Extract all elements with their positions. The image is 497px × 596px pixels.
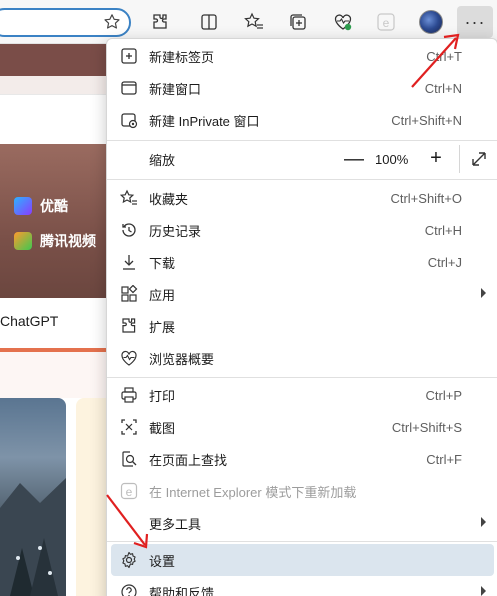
page-section [0, 94, 110, 144]
menu-shortcut: Ctrl+H [424, 222, 462, 238]
menu-label: 新建标签页 [149, 49, 215, 65]
ie-mode-icon[interactable]: e [375, 11, 397, 33]
address-bar[interactable] [0, 8, 131, 37]
menu-apps[interactable]: 应用 [111, 278, 494, 310]
menu-label: 截图 [149, 420, 176, 436]
settings-and-more-menu: 新建标签页 Ctrl+T 新建窗口 Ctrl+N 新建 InPrivate 窗口… [106, 38, 497, 596]
profile-avatar[interactable] [419, 10, 443, 34]
zoom-label: 缩放 [149, 152, 176, 168]
menu-divider [107, 541, 497, 542]
tencent-video-icon [14, 232, 32, 250]
menu-label: 新建 InPrivate 窗口 [149, 113, 260, 129]
menu-help-feedback[interactable]: 帮助和反馈 [111, 576, 494, 596]
help-icon [120, 583, 138, 596]
extensions-icon[interactable] [149, 11, 171, 33]
zoom-out-button[interactable]: — [342, 147, 366, 171]
extensions-icon [120, 317, 138, 335]
menu-label: 浏览器概要 [149, 351, 215, 367]
svg-text:e: e [383, 16, 390, 30]
menu-label: 下载 [149, 255, 176, 271]
menu-label: 帮助和反馈 [149, 585, 215, 596]
menu-shortcut: Ctrl+Shift+N [391, 112, 462, 128]
menu-shortcut: Ctrl+N [424, 80, 462, 96]
menu-shortcut: Ctrl+J [427, 254, 462, 270]
menu-label: 收藏夹 [149, 191, 189, 207]
menu-settings[interactable]: 设置 [111, 544, 494, 576]
site-youku[interactable]: 优酷 [14, 196, 68, 216]
chatgpt-link[interactable]: ChatGPT [0, 298, 110, 348]
zoom-level: 100% [375, 152, 409, 167]
download-icon [120, 253, 138, 271]
menu-shortcut: Ctrl+F [426, 451, 462, 467]
zoom-in-button[interactable]: + [424, 146, 448, 170]
menu-label: 新建窗口 [149, 81, 202, 97]
menu-shortcut: Ctrl+Shift+O [390, 190, 462, 206]
menu-label: 更多工具 [149, 516, 202, 532]
submenu-arrow-icon [481, 517, 486, 527]
site-tencent-video-label: 腾讯视频 [40, 233, 96, 249]
menu-new-window[interactable]: 新建窗口 Ctrl+N [111, 72, 494, 104]
menu-divider [107, 179, 497, 180]
print-icon [120, 386, 138, 404]
history-icon [120, 221, 138, 239]
menu-screenshot[interactable]: 截图 Ctrl+Shift+S [111, 411, 494, 443]
screenshot-icon [120, 418, 138, 436]
page-light-band [0, 352, 110, 398]
menu-label: 在 Internet Explorer 模式下重新加载 [149, 484, 357, 500]
menu-downloads[interactable]: 下载 Ctrl+J [111, 246, 494, 278]
snow-landscape-image [0, 398, 66, 596]
menu-new-inprivate-window[interactable]: 新建 InPrivate 窗口 Ctrl+Shift+N [111, 104, 494, 136]
apps-icon [120, 284, 138, 303]
menu-label: 历史记录 [149, 223, 202, 239]
browser-essentials-icon [120, 349, 138, 367]
chatgpt-label: ChatGPT [0, 313, 59, 329]
inprivate-icon [120, 111, 138, 129]
page-banner [0, 44, 110, 76]
menu-browser-essentials[interactable]: 浏览器概要 [111, 342, 494, 374]
ie-mode-icon: e [120, 482, 138, 500]
menu-shortcut: Ctrl+T [426, 48, 462, 64]
menu-more-tools[interactable]: 更多工具 [111, 507, 494, 539]
menu-label: 扩展 [149, 319, 176, 335]
menu-reload-ie-mode: e 在 Internet Explorer 模式下重新加载 [111, 475, 494, 507]
favorite-star-icon[interactable] [103, 13, 121, 31]
find-icon [120, 450, 138, 468]
menu-shortcut: Ctrl+Shift+S [391, 419, 462, 435]
collections-icon[interactable] [287, 11, 309, 33]
submenu-arrow-icon [481, 288, 486, 298]
video-sites-panel: 优酷 腾讯视频 [0, 144, 110, 298]
split-screen-icon[interactable] [198, 11, 220, 33]
menu-extensions[interactable]: 扩展 [111, 310, 494, 342]
menu-favorites[interactable]: 收藏夹 Ctrl+Shift+O [111, 182, 494, 214]
svg-text:e: e [126, 485, 133, 499]
menu-history[interactable]: 历史记录 Ctrl+H [111, 214, 494, 246]
submenu-arrow-icon [481, 586, 486, 596]
browser-essentials-icon[interactable] [332, 11, 354, 33]
menu-shortcut: Ctrl+P [425, 387, 462, 403]
gear-icon [120, 551, 138, 569]
site-tencent-video[interactable]: 腾讯视频 [14, 231, 96, 251]
new-window-icon [120, 79, 138, 97]
menu-label: 打印 [149, 388, 176, 404]
fullscreen-icon[interactable] [467, 147, 491, 171]
menu-find-on-page[interactable]: 在页面上查找 Ctrl+F [111, 443, 494, 475]
settings-and-more-button[interactable]: ··· [457, 6, 493, 38]
menu-divider [107, 140, 497, 141]
menu-zoom-row: 缩放 — 100% + [111, 143, 494, 175]
page-band [0, 76, 110, 94]
favorites-bar-icon[interactable] [243, 11, 265, 33]
menu-divider [107, 377, 497, 378]
menu-label: 在页面上查找 [149, 452, 228, 468]
menu-label: 应用 [149, 287, 176, 303]
favorites-icon [119, 189, 138, 207]
site-youku-label: 优酷 [40, 198, 68, 214]
zoom-divider [459, 145, 460, 173]
youku-icon [14, 197, 32, 215]
menu-new-tab[interactable]: 新建标签页 Ctrl+T [111, 40, 494, 72]
menu-label: 设置 [149, 553, 176, 569]
menu-print[interactable]: 打印 Ctrl+P [111, 379, 494, 411]
new-tab-icon [120, 47, 138, 65]
